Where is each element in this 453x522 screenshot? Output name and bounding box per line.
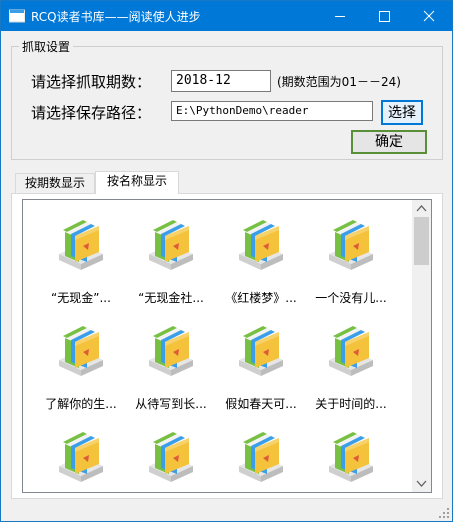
app-icon [9,9,25,23]
minimize-button[interactable] [317,1,362,31]
item-caption: 了解你的生... [45,397,117,411]
tab-by-name[interactable]: 按名称显示 [95,171,179,194]
item-list[interactable]: “无现金”... “无现金社... 《红楼梦》... 一个没有儿... 了解你的… [22,199,432,493]
maximize-icon [379,11,390,22]
item-caption: 从待写到长... [135,397,207,411]
close-icon [423,10,435,22]
item-caption: 《红楼梦》... [225,291,297,305]
list-item[interactable] [126,412,216,492]
scroll-up-button[interactable] [412,200,431,217]
list-item[interactable]: 了解你的生... [36,306,126,411]
book-folder-icon [59,326,103,376]
list-item[interactable]: 《红楼梦》... [216,200,306,305]
list-item[interactable] [306,412,396,492]
book-folder-icon [149,220,193,270]
title-bar[interactable]: RCQ读者书库——阅读使人进步 [1,1,452,31]
select-button[interactable]: 选择 [381,100,423,125]
list-item[interactable]: “无现金”... [36,200,126,305]
maximize-button[interactable] [362,1,407,31]
book-folder-icon [329,326,373,376]
list-item[interactable]: 假如春天可... [216,306,306,411]
book-folder-icon [59,432,103,482]
window-title: RCQ读者书库——阅读使人进步 [31,10,201,24]
close-button[interactable] [407,1,452,31]
book-folder-icon [59,220,103,270]
list-item[interactable]: 一个没有儿... [306,200,396,305]
list-item[interactable] [36,412,126,492]
path-input[interactable]: E:\PythonDemo\reader [171,101,373,121]
chevron-up-icon [416,205,427,212]
scroll-thumb[interactable] [414,217,429,265]
book-folder-icon [239,432,283,482]
item-caption: 关于时间的... [315,397,387,411]
minimize-icon [335,16,345,17]
book-folder-icon [239,326,283,376]
ok-button[interactable]: 确定 [351,130,427,154]
vertical-scrollbar[interactable] [412,200,431,492]
list-item[interactable]: “无现金社... [126,200,216,305]
book-folder-icon [239,220,283,270]
group-legend: 抓取设置 [19,38,74,55]
item-caption: “无现金社... [138,291,204,305]
list-item[interactable]: 关于时间的... [306,306,396,411]
list-item[interactable] [216,412,306,492]
book-folder-icon [329,432,373,482]
book-folder-icon [149,326,193,376]
path-label: 请选择保存路径： [31,104,152,122]
main-window: RCQ读者书库——阅读使人进步 抓取设置 请选择抓取期数： 2018-12 (期… [0,0,453,522]
book-folder-icon [149,432,193,482]
period-input[interactable]: 2018-12 [171,70,271,92]
item-caption: 一个没有儿... [315,291,387,305]
scroll-down-button[interactable] [412,475,431,492]
item-caption: 假如春天可... [225,397,297,411]
list-item[interactable]: 从待写到长... [126,306,216,411]
period-label: 请选择抓取期数： [31,73,152,91]
period-hint: (期数范围为01－－24) [277,75,401,89]
tab-by-period[interactable]: 按期数显示 [15,173,95,193]
resize-grip-icon[interactable] [438,507,450,519]
item-caption: “无现金”... [51,291,111,305]
chevron-down-icon [416,480,427,487]
book-folder-icon [329,220,373,270]
